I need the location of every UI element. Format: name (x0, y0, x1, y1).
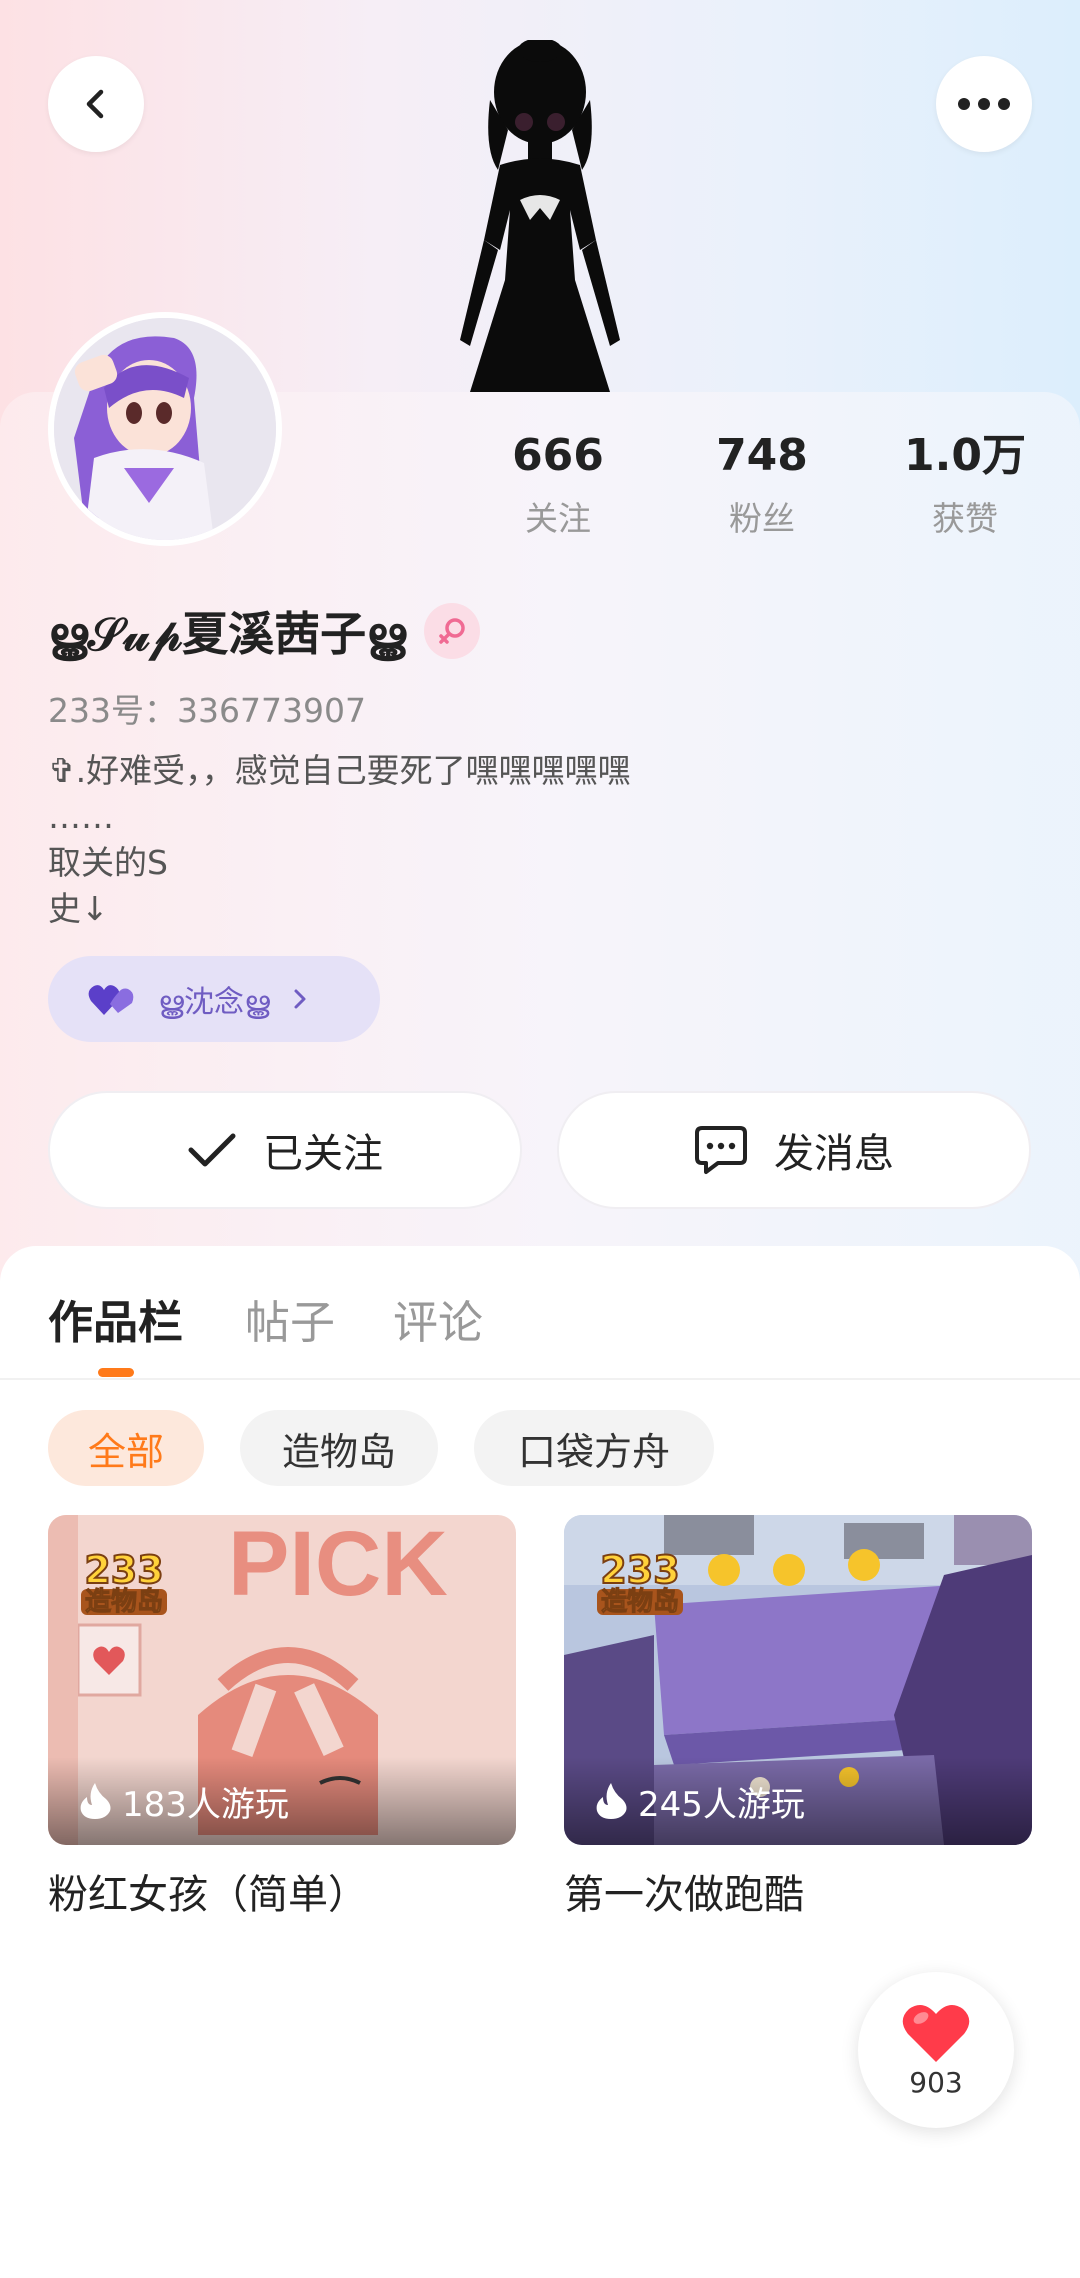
play-count-label: 245人游玩 (638, 1784, 805, 1825)
active-tab-indicator (98, 1368, 134, 1377)
followed-label: 已关注 (263, 1131, 383, 1177)
following-count: 666 (512, 430, 604, 481)
work-title[interactable]: 粉红女孩（简单） (48, 1862, 368, 1920)
filter-pocket-ark[interactable]: 口袋方舟 (474, 1410, 714, 1486)
likes-label: 获赞 (932, 499, 998, 539)
anime-girl-avatar-image (54, 318, 276, 540)
stat-followers[interactable]: 748 粉丝 (677, 430, 847, 540)
companion-tag-label: ൠ沈念ൠ (158, 985, 270, 1020)
play-count-label: 183人游玩 (122, 1784, 289, 1825)
tab-works[interactable]: 作品栏 (48, 1286, 183, 1351)
followed-button[interactable]: 已关注 (48, 1091, 522, 1209)
username-row: ൠ𝒮𝓊𝓅夏溪茜子ൠ (48, 598, 480, 664)
filter-creation-island[interactable]: 造物岛 (240, 1410, 438, 1486)
work-card[interactable]: 233 造物岛 245人游玩 (564, 1515, 1032, 1845)
avatar[interactable] (48, 312, 282, 546)
stat-likes[interactable]: 1.0万 获赞 (880, 430, 1050, 540)
followers-count: 748 (716, 430, 808, 481)
back-button[interactable] (48, 56, 144, 152)
like-button[interactable]: 903 (858, 1972, 1014, 2128)
following-label: 关注 (525, 499, 591, 539)
svg-text:PICK: PICK (228, 1515, 448, 1615)
bio-text: ✞.好难受，，感觉自己要死了嘿嘿嘿嘿嘿 …… 取关的S 史↓ (48, 751, 631, 928)
likes-count: 1.0万 (904, 430, 1026, 481)
checkmark-icon (188, 1133, 236, 1167)
chevron-left-icon (86, 89, 104, 119)
play-count: 183人游玩 (48, 1757, 516, 1845)
chevron-right-icon (294, 989, 306, 1009)
companion-tag-button[interactable]: ൠ沈念ൠ (48, 956, 380, 1042)
user-id: 233号：336773907 (48, 691, 366, 730)
creation-island-badge: 233 造物岛 (74, 1550, 174, 1621)
character-model-image (460, 40, 620, 392)
like-count: 903 (909, 2065, 963, 2099)
heart-icon (902, 2004, 970, 2062)
creation-island-badge: 233 造物岛 (590, 1550, 690, 1621)
double-heart-icon (88, 985, 134, 1015)
send-message-label: 发消息 (774, 1131, 894, 1177)
work-title[interactable]: 第一次做跑酷 (564, 1862, 804, 1920)
stat-following[interactable]: 666 关注 (473, 430, 643, 540)
play-count: 245人游玩 (564, 1757, 1032, 1845)
send-message-button[interactable]: 发消息 (557, 1091, 1031, 1209)
flame-icon (80, 1783, 111, 1819)
chat-bubble-icon (695, 1126, 747, 1174)
tab-comments[interactable]: 评论 (393, 1286, 483, 1351)
tab-posts[interactable]: 帖子 (245, 1286, 335, 1351)
flame-icon (596, 1783, 627, 1819)
tab-divider (0, 1378, 1080, 1380)
username: ൠ𝒮𝓊𝓅夏溪茜子ൠ (48, 607, 406, 661)
female-gender-icon (423, 603, 480, 659)
more-dots-icon (958, 98, 1010, 110)
work-card[interactable]: PICK 233 造物岛 183人游玩 (48, 1515, 516, 1845)
followers-label: 粉丝 (729, 499, 795, 539)
filter-all[interactable]: 全部 (48, 1410, 204, 1486)
more-options-button[interactable] (936, 56, 1032, 152)
